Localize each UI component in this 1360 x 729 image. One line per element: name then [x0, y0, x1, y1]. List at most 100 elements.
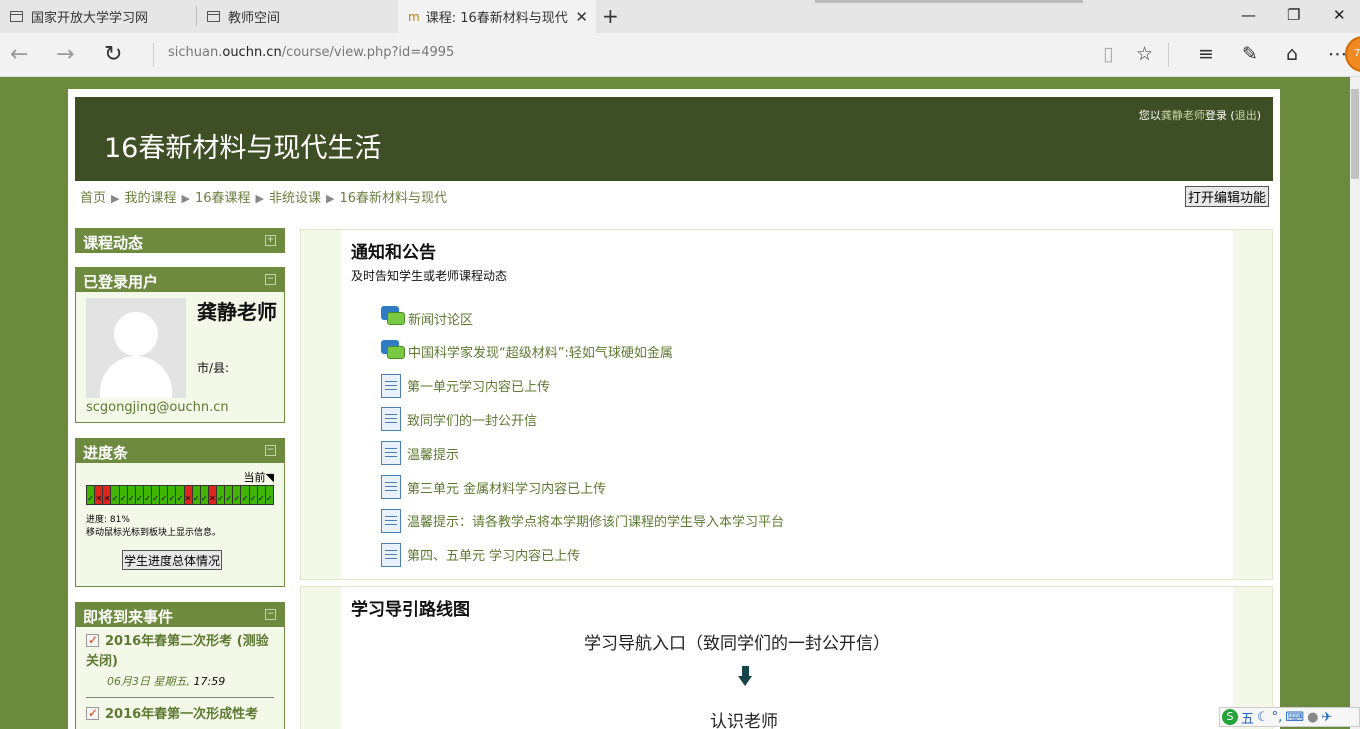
event-item[interactable]: 2016年春第一次形成性考 — [86, 703, 276, 725]
progress-cell-complete[interactable]: ✓ — [176, 486, 185, 504]
progress-cell-complete[interactable]: ✓ — [143, 486, 152, 504]
activity-item[interactable]: 温馨提示：请各教学点将本学期修该门课程的学生导入本学习平台 — [381, 508, 784, 533]
event-title[interactable]: 2016年春第二次形考 (测验关闭) — [86, 634, 269, 669]
progress-cell-complete[interactable]: ✓ — [192, 486, 201, 504]
favorite-star-icon[interactable]: ☆ — [1136, 43, 1153, 65]
roadmap-entry-link[interactable]: 学习导航入口（致同学们的一封公开信） — [584, 629, 890, 654]
quiz-icon — [86, 703, 99, 723]
new-tab-button[interactable]: + — [602, 4, 619, 28]
browser-tab-3-active[interactable]: m 课程: 16春新材料与现代 ✕ — [398, 0, 596, 33]
activity-item[interactable]: 第三单元 金属材料学习内容已上传 — [381, 475, 606, 499]
event-item[interactable]: 2016年春第二次形考 (测验关闭) — [86, 630, 276, 672]
reading-view-icon[interactable]: ▯ — [1103, 43, 1113, 65]
progress-cell-complete[interactable]: ✓ — [160, 486, 169, 504]
breadcrumb-course[interactable]: 16春新材料与现代 — [339, 191, 447, 206]
close-tab-icon[interactable]: ✕ — [575, 8, 588, 26]
activity-item[interactable]: 新闻讨论区 — [381, 306, 473, 330]
progress-bar[interactable]: ✓ ✕ ✕ ✓ ✓ ✓ ✓ ✓ ✓ ✓ ✓ ✓ ✕ ✓ ✓ ✕ ✓ ✓ ✓ ✓ ✓ ✓ ✓ — [86, 485, 274, 505]
activity-link[interactable]: 温馨提示 — [407, 444, 459, 463]
progress-cell-complete[interactable]: ✓ — [249, 486, 258, 504]
progress-cell-complete[interactable]: ✓ — [217, 486, 226, 504]
collapse-icon[interactable]: − — [265, 274, 276, 285]
keyboard-icon[interactable]: ⌨ — [1285, 710, 1304, 725]
user-name[interactable]: 龚静老师 — [197, 298, 277, 327]
progress-cell-complete[interactable]: ✓ — [241, 486, 250, 504]
user-icon[interactable]: ● — [1307, 710, 1318, 725]
address-toolbar: ← → ↻ sichuan.ouchn.cn/course/view.php?i… — [0, 33, 1360, 77]
roadmap-step-text[interactable]: 认识老师 — [710, 707, 778, 729]
browser-tab-1[interactable]: 国家开放大学学习网 — [0, 0, 196, 33]
activity-item[interactable]: 第四、五单元 学习内容已上传 — [381, 542, 580, 567]
activity-item[interactable]: 第一单元学习内容已上传 — [381, 373, 550, 398]
progress-cell-complete[interactable]: ✓ — [127, 486, 136, 504]
activity-link[interactable]: 中国科学家发现“超级材料”:轻如气球硬如金属 — [408, 342, 673, 361]
moon-icon[interactable]: ☾ — [1257, 710, 1269, 725]
progress-cell-missed[interactable]: ✕ — [103, 486, 112, 504]
progress-cell-complete[interactable]: ✓ — [87, 486, 96, 504]
browser-tab-2[interactable]: 教师空间 — [197, 0, 397, 33]
scrollbar-thumb[interactable] — [1351, 89, 1359, 179]
progress-overview-button[interactable]: 学生进度总体情况 — [122, 550, 223, 570]
activity-item[interactable]: 中国科学家发现“超级材料”:轻如气球硬如金属 — [381, 339, 673, 364]
address-input[interactable]: sichuan.ouchn.cn/course/view.php?id=4995 — [168, 45, 454, 60]
activity-item[interactable]: 致同学们的一封公开信 — [381, 407, 537, 432]
activity-link[interactable]: 第四、五单元 学习内容已上传 — [407, 545, 580, 564]
activity-item[interactable]: 温馨提示 — [381, 441, 459, 466]
close-window-button[interactable]: ✕ — [1333, 6, 1346, 24]
drag-handle[interactable] — [815, 0, 1083, 3]
collapse-icon[interactable]: − — [265, 609, 276, 620]
page-icon — [381, 373, 401, 398]
progress-cell-complete[interactable]: ✓ — [119, 486, 128, 504]
collapse-icon[interactable]: − — [265, 445, 276, 456]
progress-cell-complete[interactable]: ✓ — [233, 486, 242, 504]
activity-link[interactable]: 第三单元 金属材料学习内容已上传 — [407, 478, 606, 497]
event-title[interactable]: 2016年春第一次形成性考 — [105, 707, 258, 722]
block-title: 课程动态 — [83, 234, 144, 252]
course-title: 16春新材料与现代生活 — [104, 133, 382, 164]
activity-link[interactable]: 温馨提示：请各教学点将本学期修该门课程的学生导入本学习平台 — [407, 511, 784, 530]
progress-cell-complete[interactable]: ✓ — [225, 486, 234, 504]
forward-arrow-icon[interactable]: → — [56, 42, 74, 67]
activity-link[interactable]: 第一单元学习内容已上传 — [407, 376, 550, 395]
login-user-link[interactable]: 龚静老师 — [1161, 109, 1205, 122]
browser-tab-bar: 国家开放大学学习网 教师空间 m 课程: 16春新材料与现代 ✕ + — ❐ ✕ — [0, 0, 1360, 33]
expand-icon[interactable]: + — [265, 235, 276, 246]
progress-cell-complete[interactable]: ✓ — [152, 486, 161, 504]
turn-editing-on-button[interactable]: 打开编辑功能 — [1185, 186, 1270, 207]
breadcrumb-semester[interactable]: 16春课程 — [195, 191, 251, 206]
ime-mode[interactable]: 五 — [1241, 708, 1254, 727]
web-note-icon[interactable]: ✎ — [1242, 43, 1258, 65]
breadcrumb-my-courses[interactable]: 我的课程 — [124, 191, 176, 206]
section-summary: 及时告知学生或老师课程动态 — [351, 269, 508, 283]
activity-link[interactable]: 新闻讨论区 — [408, 309, 473, 328]
breadcrumb-separator: ▶ — [111, 192, 120, 205]
back-arrow-icon[interactable]: ← — [10, 42, 28, 67]
progress-cell-complete[interactable]: ✓ — [257, 486, 266, 504]
activity-link[interactable]: 致同学们的一封公开信 — [407, 410, 537, 429]
profile-badge[interactable]: 75 — [1345, 36, 1360, 72]
progress-cell-complete[interactable]: ✓ — [265, 486, 273, 504]
hub-icon[interactable]: ≡ — [1198, 43, 1214, 65]
sogou-icon[interactable]: S — [1222, 709, 1238, 725]
page-icon — [381, 508, 401, 533]
progress-block: 进度条 − 当前◥ ✓ ✕ ✕ ✓ ✓ ✓ ✓ ✓ ✓ ✓ ✓ ✓ ✕ ✓ ✓ ✕ ✓ ✓ ✓ ✓ ✓ ✓ ✓ 进度: 81… — [75, 438, 285, 587]
logout-link[interactable]: 退出 — [1235, 109, 1257, 122]
punctuation-icon[interactable]: °, — [1272, 710, 1283, 725]
progress-cell-complete[interactable]: ✓ — [135, 486, 144, 504]
share-icon[interactable]: ⌂ — [1286, 43, 1298, 65]
minimize-button[interactable]: — — [1241, 6, 1256, 24]
progress-cell-complete[interactable]: ✓ — [111, 486, 120, 504]
restore-button[interactable]: ❐ — [1287, 6, 1300, 24]
user-email-link[interactable]: scgongjing@ouchn.cn — [86, 400, 229, 415]
progress-cell-missed[interactable]: ✕ — [208, 486, 217, 504]
ime-toolbar[interactable]: S 五 ☾ °, ⌨ ● ✈ — [1219, 707, 1360, 727]
progress-cell-missed[interactable]: ✕ — [184, 486, 193, 504]
avatar[interactable] — [86, 298, 186, 398]
progress-cell-missed[interactable]: ✕ — [95, 486, 104, 504]
breadcrumb-category[interactable]: 非统设课 — [269, 191, 321, 206]
wrench-icon[interactable]: ✈ — [1321, 710, 1332, 725]
refresh-icon[interactable]: ↻ — [104, 42, 122, 67]
progress-cell-complete[interactable]: ✓ — [200, 486, 209, 504]
progress-cell-complete[interactable]: ✓ — [168, 486, 177, 504]
breadcrumb-home[interactable]: 首页 — [80, 191, 106, 206]
